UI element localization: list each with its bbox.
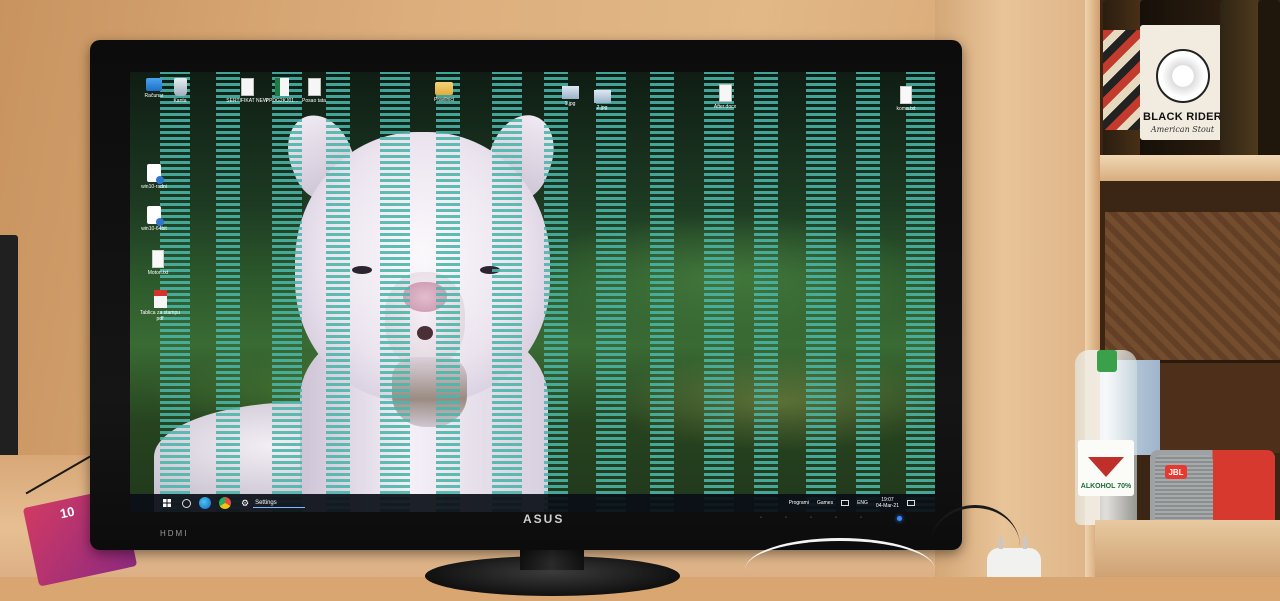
desktop-icon-kanta[interactable]: Kanta [158, 78, 202, 104]
triangle-logo-icon [1088, 457, 1124, 477]
desktop-icon-win10-radni[interactable]: win10-radni [132, 164, 176, 190]
document-icon [718, 84, 732, 102]
patterned-bottle [1103, 30, 1141, 130]
desktop-icon-label: 2.jpg [596, 105, 608, 111]
search-icon[interactable] [182, 498, 191, 508]
pdf-file-icon [153, 290, 167, 308]
monitor-button-3[interactable]: ◦ [810, 515, 820, 521]
desktop-icon-label: Motori.txt [147, 270, 169, 276]
glitch-stripe [216, 72, 240, 512]
shortcut-icon [147, 164, 164, 184]
beer-subtitle: American Stout [1150, 125, 1215, 134]
glitch-stripe [544, 72, 568, 512]
monitor-button-2[interactable]: ◦ [785, 515, 795, 521]
shelf-board-lower [1095, 520, 1280, 577]
desktop-icon-label: Posao tata [302, 98, 326, 104]
hdmi-label: HDMI [160, 529, 189, 538]
bottle-far-right [1258, 0, 1280, 156]
desktop-icon-komatxt[interactable]: koma.txt [884, 86, 928, 112]
taskbar: ⚙ Settings Programi Games ENG 19:07 04-M… [130, 494, 935, 512]
beer-label: BLACK RIDER American Stout [1140, 25, 1225, 140]
alcohol-label-text: ALKOHOL 70% [1080, 483, 1132, 490]
promo-number: 10 [58, 503, 76, 522]
text-file-icon [900, 86, 912, 104]
document-icon [307, 78, 321, 96]
tray-games-toolbar[interactable]: Games [817, 500, 833, 506]
shortcut-icon [147, 206, 164, 226]
desktop-icon-win10-64bit[interactable]: win10-64bit [132, 206, 176, 232]
desktop-icon-label: Tablica za stampu pdf [139, 310, 181, 322]
shelf-board-upper [1095, 155, 1280, 181]
glitch-stripe [806, 72, 836, 512]
horse-rider-icon [1155, 49, 1210, 103]
spreadsheet-icon [275, 78, 289, 96]
glitch-stripe [436, 72, 460, 512]
desktop-icon-label: Pravilnici [433, 97, 454, 103]
start-button[interactable] [160, 496, 174, 510]
gear-icon: ⚙ [241, 497, 250, 508]
alcohol-label: ALKOHOL 70% [1078, 440, 1134, 496]
system-tray: Programi Games ENG 19:07 04-Mar-21 [789, 494, 915, 512]
desktop-icon-label: 1.jpg [564, 101, 576, 107]
glitch-stripe [596, 72, 626, 512]
shelf-box [1160, 360, 1280, 453]
monitor-button-5[interactable]: ◦ [860, 515, 870, 521]
glitch-stripe [650, 72, 674, 512]
glitch-stripe [380, 72, 410, 512]
text-file-icon [152, 250, 164, 268]
chrome-browser-icon[interactable] [219, 497, 231, 509]
desktop-icon-afterdocx[interactable]: After.docx [703, 84, 747, 110]
glitch-stripe [492, 72, 522, 512]
desktop-icon-motori[interactable]: Motori.txt [136, 250, 180, 276]
beer-name: BLACK RIDER [1142, 111, 1223, 123]
desktop-icon-posao-tata[interactable]: Posao tata [292, 78, 336, 104]
desktop-icon-label: win10-radni [141, 184, 167, 190]
desktop-icon-tablica[interactable]: Tablica za stampu pdf [138, 290, 182, 322]
white-cable [745, 538, 935, 601]
desktop-icon-2jpg[interactable]: 2.jpg [580, 90, 624, 111]
bottle-right [1220, 0, 1260, 156]
speaker-logo: JBL [1165, 465, 1187, 479]
edge-browser-icon[interactable] [199, 497, 211, 509]
desktop-icon-label: Kanta [173, 98, 187, 104]
power-plug [987, 537, 1041, 577]
tray-apps-toolbar[interactable]: Programi [789, 500, 809, 506]
glitch-stripe [906, 72, 935, 512]
settings-label: Settings [253, 499, 305, 508]
recycle-bin-icon [173, 78, 187, 96]
image-file-icon [561, 86, 579, 99]
alpaca-mouth [417, 326, 433, 340]
bottle-cap [1097, 350, 1117, 372]
monitor-brand-logo: ASUS [523, 512, 565, 526]
taskbar-clock[interactable]: 19:07 04-Mar-21 [876, 497, 899, 509]
alpaca-eye-left [352, 266, 372, 274]
power-led [897, 516, 902, 521]
glitch-stripe [856, 72, 880, 512]
monitor-button-4[interactable]: ◦ [835, 515, 845, 521]
folder-icon [435, 82, 453, 95]
glitch-stripe [272, 72, 302, 512]
network-icon[interactable] [841, 500, 850, 506]
glitch-stripe [754, 72, 778, 512]
glitch-stripe [704, 72, 734, 512]
notification-icon[interactable] [907, 500, 915, 506]
desktop-icon-label: win10-64bit [141, 226, 167, 232]
clock-date: 04-Mar-21 [875, 503, 899, 509]
desktop-icon-pravilnici[interactable]: Pravilnici [422, 82, 466, 103]
alcohol-bottle [1075, 350, 1137, 525]
desktop-icon-label: koma.txt [896, 106, 916, 112]
windows-logo-icon [163, 499, 171, 507]
corkboard [1105, 212, 1280, 362]
desktop-screen: Računar Kanta SERTIFIKAT NEW PPDG2KJ01..… [130, 72, 935, 512]
monitor-button-1[interactable]: ◦ [760, 515, 770, 521]
glitch-stripe [326, 72, 350, 512]
language-indicator[interactable]: ENG [857, 500, 868, 506]
settings-taskbar-button[interactable]: ⚙ Settings [241, 498, 305, 509]
image-file-icon [593, 90, 611, 103]
desktop-icon-label: After.docx [713, 104, 737, 110]
document-icon [240, 78, 254, 96]
